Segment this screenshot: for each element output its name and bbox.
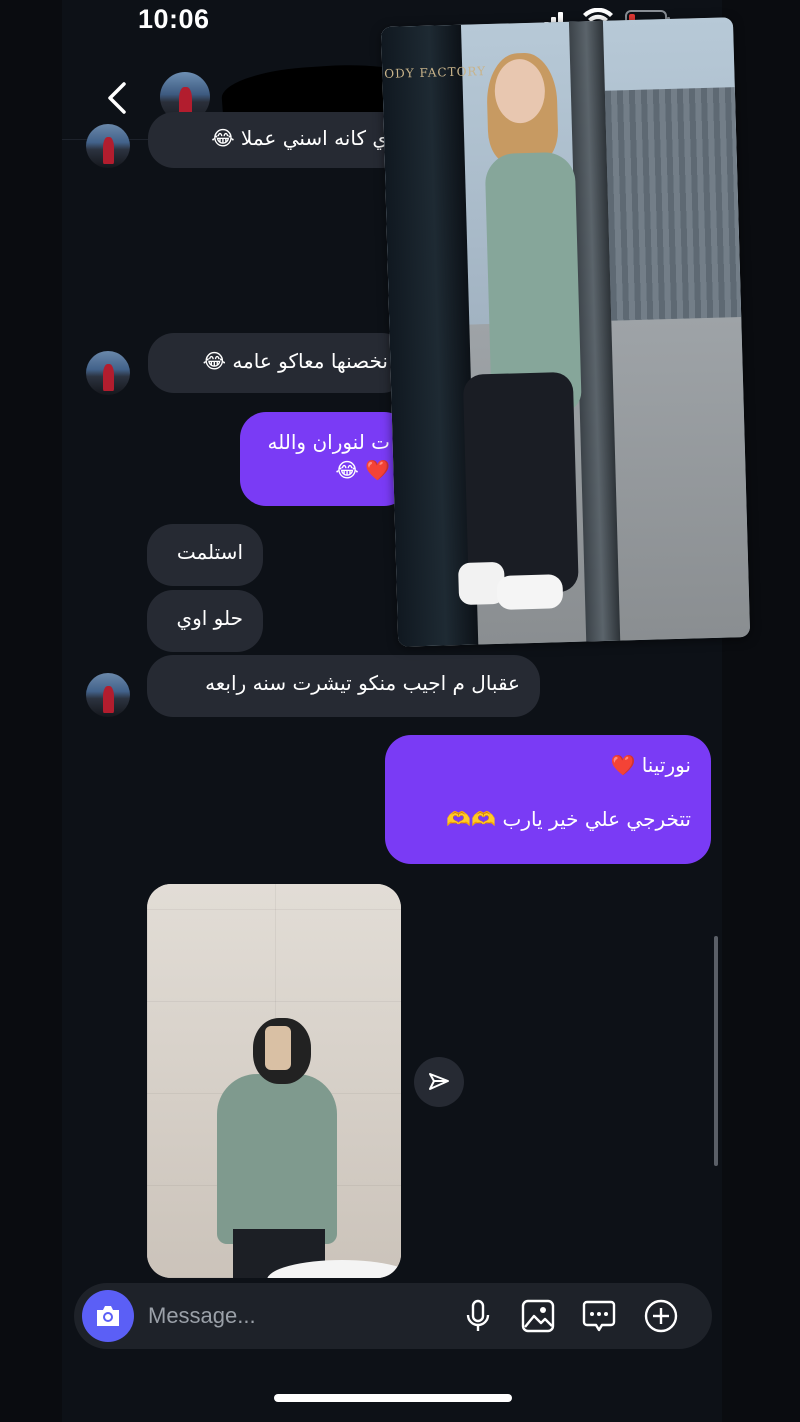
left-gutter [0,0,62,1422]
message-text: استلمت [176,540,243,564]
chevron-left-icon[interactable] [102,78,132,118]
message-bubble-incoming[interactable]: حلو اوي [147,590,263,652]
gallery-icon[interactable] [520,1298,556,1334]
message-text: نورتينا ❤️ [610,753,691,777]
message-composer [74,1283,712,1349]
message-bubble-outgoing[interactable]: نورتينا ❤️ تتخرجي علي خير يارب 🫶🫶 [385,735,711,864]
add-icon[interactable] [643,1298,679,1334]
overlay-product-photo[interactable]: ODY FACTORY [381,17,751,647]
status-time: 10:06 [138,4,210,34]
chat-screen: 10:06 ي كانه اسني عملا 😂 نخصنها معاكو عا… [0,0,800,1422]
message-text: نخصنها معاكو عامه 😂 [202,349,388,373]
camera-button[interactable] [82,1290,134,1342]
message-text: عقبال م اجيب منكو تيشرت سنه رابعه [205,671,520,695]
send-icon [429,1073,449,1090]
message-bubble-outgoing[interactable]: ت لنوران والله ❤️ 😂 [240,412,410,506]
message-bubble-incoming[interactable]: عقبال م اجيب منكو تيشرت سنه رابعه [147,655,540,717]
message-text: تتخرجي علي خير يارب 🫶🫶 [446,807,691,831]
message-text: ت لنوران والله [267,430,390,454]
message-text: ي كانه اسني عملا 😂 [211,126,388,150]
message-bubble-incoming[interactable]: ي كانه اسني عملا 😂 [148,112,408,168]
brand-text: ODY FACTORY [384,64,487,81]
camera-icon [97,1306,119,1326]
share-button[interactable] [414,1057,464,1107]
avatar[interactable] [86,124,130,168]
home-indicator[interactable] [274,1394,512,1402]
avatar[interactable] [86,673,130,717]
microphone-icon[interactable] [460,1298,496,1334]
scroll-indicator[interactable] [714,936,718,1166]
message-text: حلو اوي [176,606,243,630]
message-input[interactable] [148,1295,448,1337]
message-bubble-incoming[interactable]: نخصنها معاكو عامه 😂 [148,333,408,393]
sticker-chat-icon[interactable] [581,1298,617,1334]
avatar[interactable] [86,351,130,395]
message-bubble-incoming[interactable]: استلمت [147,524,263,586]
message-text: ❤️ 😂 [335,458,390,482]
shared-photo[interactable] [147,884,401,1278]
